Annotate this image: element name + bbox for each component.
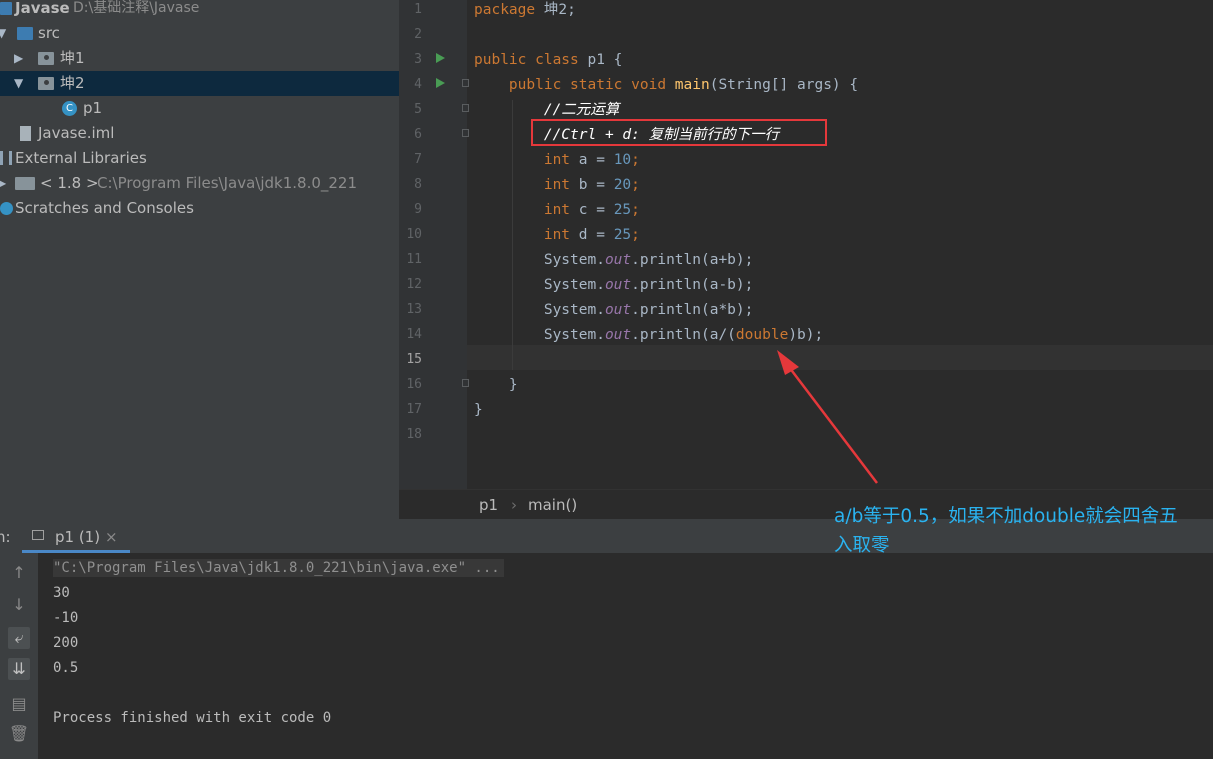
folder-icon xyxy=(17,27,33,40)
soft-wrap-icon[interactable]: ⤶ xyxy=(8,627,30,649)
chevron-down-icon[interactable]: ▼ xyxy=(0,21,6,46)
package-icon xyxy=(38,77,54,90)
console-line: -10 xyxy=(53,610,79,626)
file-icon xyxy=(20,126,31,141)
line-number: 4 xyxy=(414,77,422,92)
annotation-line-2: 入取零 xyxy=(834,535,890,556)
tree-item-p1[interactable]: C p1 xyxy=(0,96,399,121)
package-icon xyxy=(38,52,54,65)
console-output[interactable]: ↑ ↓ ⤶ ⇊ ▤ 🗑 "C:\Program Files\Java\jdk1.… xyxy=(0,553,1213,759)
project-tree: Javase D:\基础注释\Javase ▼ src ▶ 坤1 ▼ 坤2 C … xyxy=(0,0,399,519)
run-label: n: xyxy=(0,528,11,546)
line-number: 16 xyxy=(406,377,422,392)
tree-item-scratches[interactable]: Scratches and Consoles xyxy=(0,196,399,221)
code-line-3: public class p1 { xyxy=(474,52,623,68)
library-icon xyxy=(0,151,12,165)
tree-label-jdk-path: C:\Program Files\Java\jdk1.8.0_221 xyxy=(97,174,358,192)
code-line-11: System.out.println(a+b); xyxy=(543,252,754,268)
chevron-down-icon[interactable]: ▼ xyxy=(14,71,23,96)
tree-item-src[interactable]: ▼ src xyxy=(0,21,399,46)
tree-label-pkg1: 坤1 xyxy=(60,49,85,67)
tab-label: p1 (1) xyxy=(55,528,101,546)
fold-marker-icon[interactable] xyxy=(462,379,469,387)
editor-gutter: 1 2 3 4 5 6 7 8 9 10 11 12 13 14 15 16 1… xyxy=(399,0,469,489)
line-number: 13 xyxy=(406,302,422,317)
highlight-box xyxy=(531,119,827,146)
code-line-12: System.out.println(a-b); xyxy=(543,277,754,293)
code-line-7: int a = 10; xyxy=(543,152,640,168)
tab-run-p1[interactable]: p1 (1) × xyxy=(22,519,130,553)
tree-label-p1: p1 xyxy=(83,99,103,117)
fold-marker-icon[interactable] xyxy=(462,104,469,112)
tree-label-pkg2: 坤2 xyxy=(60,74,85,92)
print-icon[interactable]: ▤ xyxy=(8,693,30,715)
console-line: 200 xyxy=(53,635,79,651)
code-line-16: } xyxy=(508,377,518,393)
console-finish: Process finished with exit code 0 xyxy=(53,710,332,726)
breadcrumb-method[interactable]: main() xyxy=(528,496,577,514)
code-line-1: package 坤2; xyxy=(474,2,576,18)
trash-icon[interactable]: 🗑 xyxy=(8,723,30,745)
code-line-17: } xyxy=(474,402,483,418)
line-number: 9 xyxy=(414,202,422,217)
line-number-current: 15 xyxy=(406,352,422,367)
code-line-13: System.out.println(a*b); xyxy=(543,302,754,318)
line-number: 11 xyxy=(406,252,422,267)
close-icon[interactable]: × xyxy=(105,528,118,546)
fold-marker-icon[interactable] xyxy=(462,79,469,87)
annotation-arrow xyxy=(777,350,878,484)
line-number: 5 xyxy=(414,102,422,117)
jdk-icon xyxy=(15,177,35,190)
tree-root-javase[interactable]: Javase D:\基础注释\Javase xyxy=(0,0,399,21)
tree-item-jdk[interactable]: ▶ < 1.8 > C:\Program Files\Java\jdk1.8.0… xyxy=(0,171,399,196)
line-number: 1 xyxy=(414,2,422,17)
java-class-icon: C xyxy=(62,101,77,116)
tree-label-scratches: Scratches and Consoles xyxy=(15,199,194,217)
console-line: 0.5 xyxy=(53,660,79,676)
code-line-10: int d = 25; xyxy=(543,227,640,243)
line-number: 12 xyxy=(406,277,422,292)
scratches-icon xyxy=(0,202,13,215)
run-main-icon[interactable] xyxy=(436,78,445,88)
code-line-9: int c = 25; xyxy=(543,202,640,218)
chevron-right-icon[interactable]: ▶ xyxy=(14,46,23,71)
console-icon xyxy=(32,530,44,540)
line-number: 17 xyxy=(406,402,422,417)
tree-label-src: src xyxy=(38,24,60,42)
code-editor[interactable]: 1 2 3 4 5 6 7 8 9 10 11 12 13 14 15 16 1… xyxy=(399,0,1213,489)
annotation-line-1: a/b等于0.5，如果不加double就会四舍五 xyxy=(834,506,1178,527)
fold-marker-icon[interactable] xyxy=(462,129,469,137)
line-number: 18 xyxy=(406,427,422,442)
module-icon xyxy=(0,2,12,15)
console-line: 30 xyxy=(53,585,70,601)
annotation-text: a/b等于0.5，如果不加double就会四舍五 入取零 xyxy=(834,502,1206,560)
line-number: 7 xyxy=(414,152,422,167)
tree-item-pkg1[interactable]: ▶ 坤1 xyxy=(0,46,399,71)
arrow-up-icon[interactable]: ↑ xyxy=(8,562,30,584)
tree-label-jdk: < 1.8 > xyxy=(40,174,99,192)
breadcrumb-class[interactable]: p1 xyxy=(479,496,498,514)
run-class-icon[interactable] xyxy=(436,53,445,63)
line-number: 8 xyxy=(414,177,422,192)
tree-label-iml: Javase.iml xyxy=(38,124,115,142)
console-side-toolbar: ↑ ↓ ⤶ ⇊ ▤ 🗑 xyxy=(0,553,38,759)
root-name: Javase xyxy=(15,0,70,17)
breadcrumb-separator: › xyxy=(511,496,517,514)
arrow-down-icon[interactable]: ↓ xyxy=(8,594,30,616)
code-line-4: public static void main(String[] args) { xyxy=(508,77,859,93)
code-line-8: int b = 20; xyxy=(543,177,640,193)
tree-item-external-libraries[interactable]: External Libraries xyxy=(0,146,399,171)
line-number: 10 xyxy=(406,227,422,242)
tree-label-external-libraries: External Libraries xyxy=(15,149,147,167)
tree-item-pkg2[interactable]: ▼ 坤2 xyxy=(0,71,399,96)
line-number: 6 xyxy=(414,127,422,142)
line-number: 14 xyxy=(406,327,422,342)
chevron-right-icon[interactable]: ▶ xyxy=(0,171,6,196)
scroll-to-end-icon[interactable]: ⇊ xyxy=(8,658,30,680)
console-command: "C:\Program Files\Java\jdk1.8.0_221\bin\… xyxy=(53,559,504,577)
line-number: 2 xyxy=(414,27,422,42)
tree-item-iml[interactable]: Javase.iml xyxy=(0,121,399,146)
line-number: 3 xyxy=(414,52,422,67)
root-path: D:\基础注释\Javase xyxy=(73,0,200,16)
